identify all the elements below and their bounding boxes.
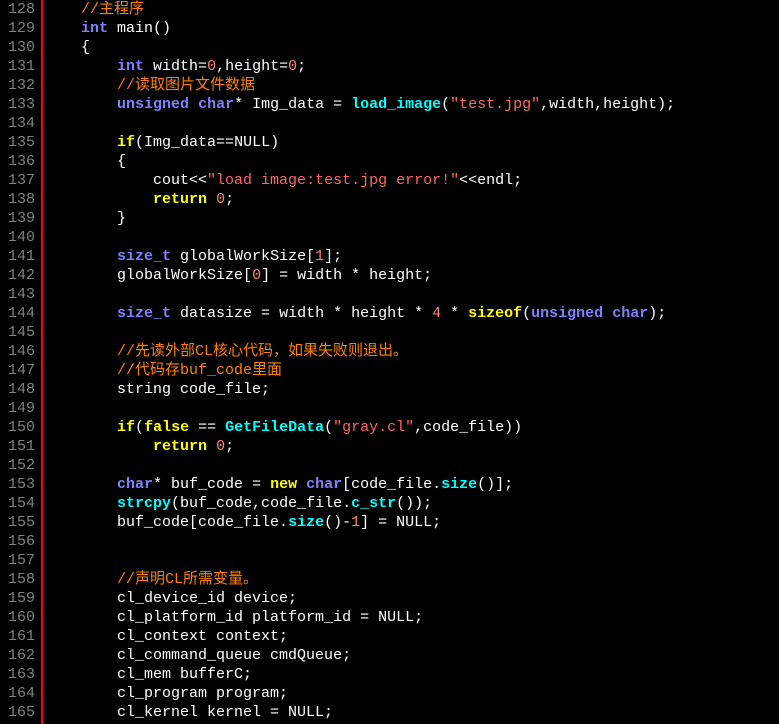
line-number: 140: [8, 228, 35, 247]
code-line: [45, 456, 779, 475]
line-number: 128: [8, 0, 35, 19]
line-number: 148: [8, 380, 35, 399]
line-number: 157: [8, 551, 35, 570]
line-number: 160: [8, 608, 35, 627]
line-number: 159: [8, 589, 35, 608]
code-line: //主程序: [45, 0, 779, 19]
code-line: return 0;: [45, 437, 779, 456]
line-number: 163: [8, 665, 35, 684]
code-line: int width=0,height=0;: [45, 57, 779, 76]
line-number: 141: [8, 247, 35, 266]
code-line: size_t globalWorkSize[1];: [45, 247, 779, 266]
code-line: string code_file;: [45, 380, 779, 399]
code-line: [45, 285, 779, 304]
line-number: 137: [8, 171, 35, 190]
code-line: return 0;: [45, 190, 779, 209]
line-number: 165: [8, 703, 35, 722]
code-area[interactable]: //主程序 int main() { int width=0,height=0;…: [43, 0, 779, 724]
code-line: size_t datasize = width * height * 4 * s…: [45, 304, 779, 323]
code-line: }: [45, 209, 779, 228]
line-number: 161: [8, 627, 35, 646]
code-line: globalWorkSize[0] = width * height;: [45, 266, 779, 285]
code-line: cl_kernel kernel = NULL;: [45, 703, 779, 722]
code-line: //先读外部CL核心代码，如果失败则退出。: [45, 342, 779, 361]
line-number: 147: [8, 361, 35, 380]
line-number: 158: [8, 570, 35, 589]
code-line: [45, 399, 779, 418]
line-number: 129: [8, 19, 35, 38]
line-number: 132: [8, 76, 35, 95]
code-line: //代码存buf_code里面: [45, 361, 779, 380]
code-line: //读取图片文件数据: [45, 76, 779, 95]
code-line: cl_context context;: [45, 627, 779, 646]
line-number: 154: [8, 494, 35, 513]
line-number: 133: [8, 95, 35, 114]
code-line: {: [45, 38, 779, 57]
line-number-gutter: 1281291301311321331341351361371381391401…: [0, 0, 41, 724]
code-line: char* buf_code = new char[code_file.size…: [45, 475, 779, 494]
line-number: 152: [8, 456, 35, 475]
code-editor[interactable]: 1281291301311321331341351361371381391401…: [0, 0, 779, 724]
code-line: if(false == GetFileData("gray.cl",code_f…: [45, 418, 779, 437]
line-number: 144: [8, 304, 35, 323]
code-line: strcpy(buf_code,code_file.c_str());: [45, 494, 779, 513]
line-number: 151: [8, 437, 35, 456]
code-line: [45, 114, 779, 133]
code-line: if(Img_data==NULL): [45, 133, 779, 152]
line-number: 162: [8, 646, 35, 665]
line-number: 146: [8, 342, 35, 361]
line-number: 149: [8, 399, 35, 418]
line-number: 164: [8, 684, 35, 703]
line-number: 136: [8, 152, 35, 171]
line-number: 143: [8, 285, 35, 304]
line-number: 131: [8, 57, 35, 76]
line-number: 145: [8, 323, 35, 342]
code-line: //声明CL所需变量。: [45, 570, 779, 589]
code-line: buf_code[code_file.size()-1] = NULL;: [45, 513, 779, 532]
code-line: cl_mem bufferC;: [45, 665, 779, 684]
line-number: 138: [8, 190, 35, 209]
line-number: 150: [8, 418, 35, 437]
line-number: 156: [8, 532, 35, 551]
code-line: {: [45, 152, 779, 171]
code-line: [45, 323, 779, 342]
line-number: 142: [8, 266, 35, 285]
code-line: cl_platform_id platform_id = NULL;: [45, 608, 779, 627]
code-line: int main(): [45, 19, 779, 38]
code-line: [45, 532, 779, 551]
code-line: cout<<"load image:test.jpg error!"<<endl…: [45, 171, 779, 190]
line-number: 155: [8, 513, 35, 532]
line-number: 153: [8, 475, 35, 494]
code-line: unsigned char* Img_data = load_image("te…: [45, 95, 779, 114]
code-line: [45, 551, 779, 570]
line-number: 139: [8, 209, 35, 228]
line-number: 134: [8, 114, 35, 133]
line-number: 130: [8, 38, 35, 57]
code-line: cl_device_id device;: [45, 589, 779, 608]
code-line: [45, 228, 779, 247]
code-line: cl_program program;: [45, 684, 779, 703]
line-number: 135: [8, 133, 35, 152]
code-line: cl_command_queue cmdQueue;: [45, 646, 779, 665]
